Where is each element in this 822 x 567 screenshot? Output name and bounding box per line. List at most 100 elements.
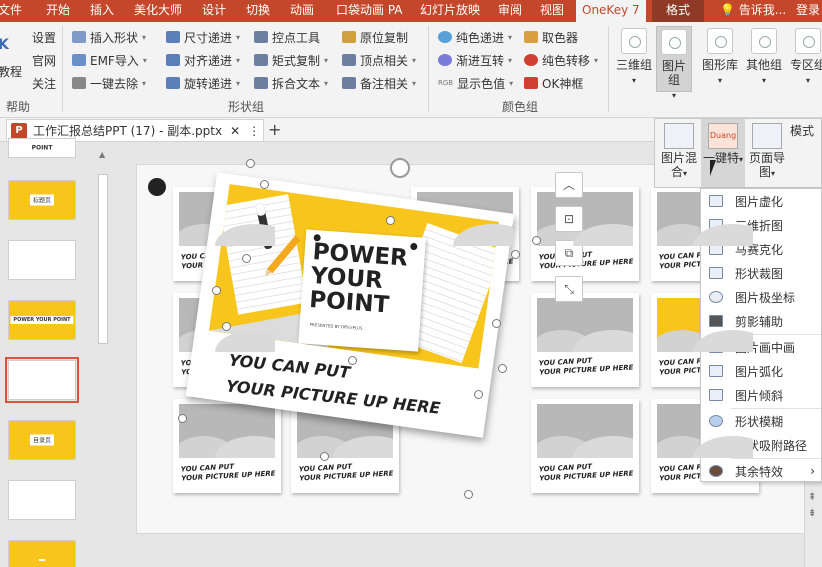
tab-format[interactable]: 格式 <box>652 0 705 22</box>
ok-frame-button[interactable]: OK神框 <box>524 74 583 92</box>
picture-card[interactable]: YOU CAN PUT YOUR PICTURE UP HERE <box>531 399 639 493</box>
resize-handle[interactable] <box>532 236 541 245</box>
resize-handle[interactable] <box>386 216 395 225</box>
gradient-swap-button[interactable]: 渐进互转 ▾ <box>438 51 512 69</box>
show-color-value-button[interactable]: RGB 显示色值 ▾ <box>438 74 513 92</box>
resize-handle[interactable] <box>498 364 507 373</box>
matrix-copy-button[interactable]: 矩式复制 ▾ <box>254 51 328 69</box>
picture-card[interactable]: YOU CAN PUT YOUR PICTURE UP HERE <box>173 399 281 493</box>
align-progression-button[interactable]: 对齐递进 ▾ <box>166 51 240 69</box>
one-click-effect-button[interactable]: Duang 一键特▾ <box>701 119 745 187</box>
tab-transition[interactable]: 切换 <box>246 0 270 22</box>
slide-thumbnail[interactable] <box>8 540 76 567</box>
size-progression-button[interactable]: 尺寸递进 ▾ <box>166 28 240 46</box>
settings-button[interactable]: 设置 <box>32 28 56 46</box>
sign-in-link[interactable]: 登录 <box>796 0 820 22</box>
scroll-up-icon[interactable]: ▲ <box>99 150 105 159</box>
resize-handle[interactable] <box>212 286 221 295</box>
solid-color-progression-button[interactable]: 纯色递进 ▾ <box>438 28 512 46</box>
tab-home[interactable]: 开始 <box>46 0 70 22</box>
tab-view[interactable]: 视图 <box>540 0 564 22</box>
slide-thumbnail[interactable] <box>8 480 76 520</box>
previous-slide-icon[interactable]: ⇞ <box>808 492 816 503</box>
tab-slideshow[interactable]: 幻灯片放映 <box>420 0 480 22</box>
tell-me-search[interactable]: 💡 告诉我... <box>720 0 786 22</box>
resize-handle[interactable] <box>178 414 187 423</box>
menu-item-picture-tilt[interactable]: 图片倾斜 <box>701 383 821 407</box>
placeholder-image <box>537 298 633 352</box>
align-center-button[interactable]: ⊡ <box>555 206 583 232</box>
tab-animation[interactable]: 动画 <box>290 0 314 22</box>
resize-handle[interactable] <box>474 390 483 399</box>
menu-item-shape-blur[interactable]: 形状模糊 <box>701 409 821 433</box>
tutorial-button[interactable]: 教程 <box>0 62 22 80</box>
menu-item-picture-blur[interactable]: 图片虚化 <box>701 189 821 213</box>
resize-handle[interactable] <box>242 254 251 263</box>
scrollbar-thumb[interactable] <box>98 174 108 344</box>
picture-group-button[interactable]: 图片组 ▾ <box>656 26 692 100</box>
menu-item-shape-crop[interactable]: 形状裁图 <box>701 261 821 285</box>
tab-review[interactable]: 审阅 <box>498 0 522 22</box>
menu-item-picture-arc[interactable]: 图片弧化 <box>701 359 821 383</box>
in-place-copy-button[interactable]: 原位复制 <box>342 28 408 46</box>
shape-library-button[interactable]: 图形库 ▾ <box>702 26 738 92</box>
menu-item-silhouette[interactable]: 剪影辅助 <box>701 309 821 333</box>
close-tab-icon[interactable]: ✕ <box>230 124 240 138</box>
slide-thumbnail[interactable]: 标题页 <box>8 180 76 220</box>
resize-handle[interactable] <box>222 322 231 331</box>
one-click-remove-button[interactable]: 一键去除 ▾ <box>72 74 146 92</box>
resize-handle[interactable] <box>348 356 357 365</box>
slide-thumbnail-selected[interactable] <box>5 357 79 403</box>
resize-handle[interactable] <box>260 180 269 189</box>
emf-import-button[interactable]: EMF导入 ▾ <box>72 51 147 69</box>
handle-tool-button[interactable]: 控点工具 <box>254 28 320 46</box>
menu-item-other-effects[interactable]: 其余特效 › <box>701 459 821 483</box>
layout-options-up-button[interactable]: ︿ <box>555 172 583 198</box>
next-slide-icon[interactable]: ⇟ <box>808 508 816 519</box>
tab-pocket-animation[interactable]: 口袋动画 PA <box>336 0 403 22</box>
website-button[interactable]: 官网 <box>32 51 56 69</box>
selected-picture-card[interactable]: POWER YOUR POINT PRESENTED BY OfficePLUS… <box>185 172 515 438</box>
thumbnail-scrollbar[interactable]: ▲ <box>96 150 110 560</box>
slide-thumbnail[interactable]: 目录页 <box>8 420 76 460</box>
other-group-button[interactable]: 其他组 ▾ <box>746 26 782 92</box>
tab-file[interactable]: 文件 <box>0 0 22 22</box>
title-note: POWER YOUR POINT PRESENTED BY OfficePLUS <box>298 229 426 352</box>
special-zone-button[interactable]: 专区组 ▾ <box>790 26 822 92</box>
page-map-button[interactable]: 页面导图▾ <box>745 119 789 187</box>
slide-thumbnail[interactable]: POWER YOUR POINT <box>8 300 76 340</box>
3d-group-button[interactable]: 三维组 ▾ <box>616 26 652 92</box>
follow-button[interactable]: 关注 <box>32 74 56 92</box>
solid-color-transfer-button[interactable]: 纯色转移 ▾ <box>524 51 598 69</box>
tab-insert[interactable]: 插入 <box>90 0 114 22</box>
picture-card[interactable]: YOU CAN PUT YOUR PICTURE UP HERE <box>531 187 639 281</box>
handle-icon <box>254 31 268 43</box>
resize-handle[interactable] <box>246 159 255 168</box>
resize-handle[interactable] <box>511 250 520 259</box>
resize-handle[interactable] <box>464 490 473 499</box>
rotate-handle-icon[interactable] <box>390 158 410 178</box>
color-picker-button[interactable]: 取色器 <box>524 28 578 46</box>
resize-handle[interactable] <box>492 319 501 328</box>
split-merge-text-button[interactable]: 拆合文本 ▾ <box>254 74 328 92</box>
placeholder-image <box>537 192 633 246</box>
rotate-progression-button[interactable]: 旋转递进 ▾ <box>166 74 240 92</box>
insert-shape-button[interactable]: 插入形状 ▾ <box>72 28 146 46</box>
more-icon[interactable]: ⋮ <box>248 124 260 138</box>
tab-onekey[interactable]: OneKey 7 <box>576 0 646 22</box>
vertex-related-button[interactable]: 顶点相关 ▾ <box>342 51 416 69</box>
menu-item-polar-coordinates[interactable]: 图片极坐标 <box>701 285 821 309</box>
crop-resize-button[interactable]: ⤡ <box>555 276 583 302</box>
shape-group-label: 形状组 <box>228 100 265 114</box>
picture-card[interactable]: YOU CAN PUT YOUR PICTURE UP HERE <box>531 293 639 387</box>
new-tab-icon[interactable]: + <box>268 120 281 139</box>
picture-blend-button[interactable]: 图片混合▾ <box>657 119 701 187</box>
divider <box>428 26 429 112</box>
tab-design[interactable]: 设计 <box>202 0 226 22</box>
tab-meihua[interactable]: 美化大师 <box>134 0 182 22</box>
notes-related-button[interactable]: 备注相关 ▾ <box>342 74 416 92</box>
tutorial-logo-icon[interactable]: K <box>0 36 9 54</box>
resize-handle[interactable] <box>320 452 329 461</box>
slide-thumbnail[interactable]: POINT <box>8 138 76 158</box>
slide-thumbnail[interactable] <box>8 240 76 280</box>
